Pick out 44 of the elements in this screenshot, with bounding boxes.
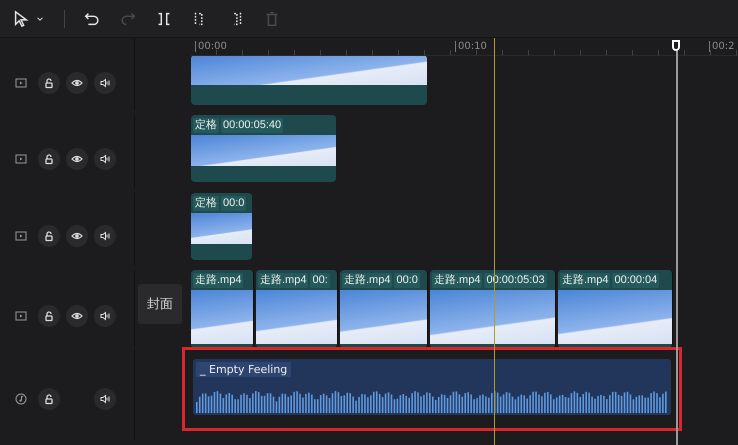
time-label: 00:00 (195, 41, 227, 52)
clip-duration: 00:00:04 (612, 273, 660, 288)
clip-name: 走路.mp4 (560, 273, 610, 288)
clip-duration: 00: (310, 273, 330, 288)
video-clip[interactable]: 定格 00:0 (191, 193, 252, 260)
video-clip[interactable]: 走路.mp4 00:0 (340, 270, 428, 348)
clip-name: 定格 (193, 118, 219, 133)
clip-name: 走路.mp4 (432, 273, 482, 288)
video-clip[interactable]: 走路.mp4 (191, 270, 254, 348)
time-label: 00:2 (709, 41, 734, 52)
video-clip[interactable]: 走路.mp4 00: (256, 270, 338, 348)
video-clip[interactable]: 走路.mp4 00:00:04 (558, 270, 673, 348)
time-ruler[interactable]: 00:00 00:10 00:2 (191, 38, 738, 56)
audio-clip[interactable]: _ Empty Feeling (193, 359, 671, 415)
speaker-icon[interactable] (94, 225, 116, 247)
playhead[interactable] (672, 38, 682, 445)
speaker-icon[interactable] (94, 72, 116, 94)
speaker-icon[interactable] (94, 148, 116, 170)
cover-button[interactable]: 封面 (138, 284, 182, 324)
photo-placeholder (191, 290, 253, 344)
video-clip[interactable]: 定格 00:00:05:40 (191, 115, 336, 182)
clip-duration: 00:0 (221, 196, 246, 211)
clip-name: 走路.mp4 (193, 273, 244, 288)
eye-icon[interactable] (66, 304, 88, 326)
time-label: 00:10 (455, 41, 487, 52)
clip-name: 走路.mp4 (258, 273, 308, 288)
eye-icon[interactable] (66, 148, 88, 170)
lock-icon[interactable] (38, 148, 60, 170)
video-clip[interactable] (191, 55, 427, 105)
lock-icon[interactable] (38, 72, 60, 94)
clip-name: 定格 (193, 196, 219, 211)
pointer-icon[interactable] (12, 10, 30, 28)
lock-icon[interactable] (38, 388, 60, 410)
clip-name: 走路.mp4 (342, 273, 392, 288)
photo-placeholder (191, 213, 252, 244)
clip-duration: 00:0 (394, 273, 420, 288)
lock-icon[interactable] (38, 304, 60, 326)
clip-duration: 00:00:05:40 (221, 118, 284, 133)
eye-icon[interactable] (66, 72, 88, 94)
speaker-icon[interactable] (94, 388, 116, 410)
clip-name: _ Empty Feeling (196, 362, 292, 377)
speaker-icon[interactable] (94, 304, 116, 326)
eye-icon[interactable] (66, 225, 88, 247)
lock-icon[interactable] (38, 225, 60, 247)
